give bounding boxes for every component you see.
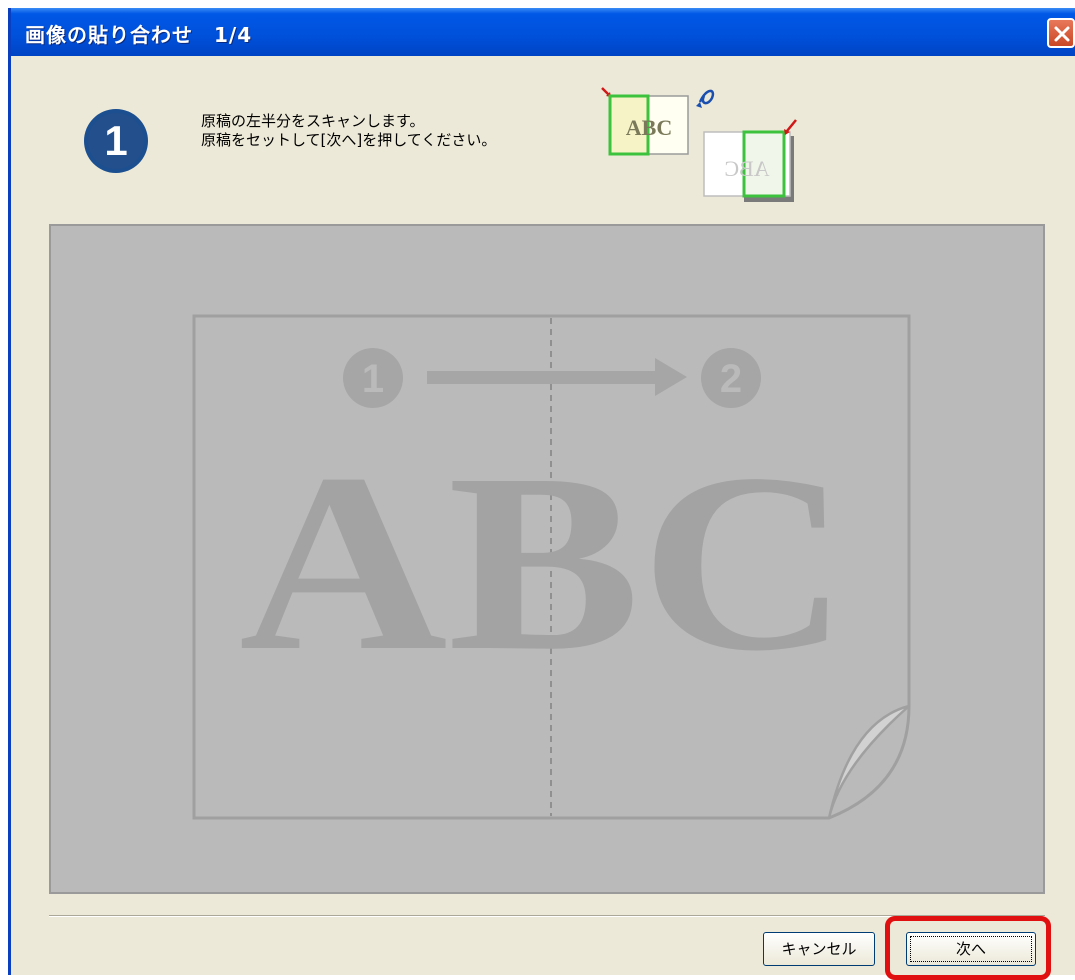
scan-preview-area: 1 2 ABC <box>49 224 1045 894</box>
step-number: 1 <box>104 117 127 164</box>
scan-left-half-diagram-icon: ABC ABC <box>601 87 797 202</box>
preview-step-to: 2 <box>720 357 742 401</box>
cancel-button[interactable]: キャンセル <box>763 932 875 966</box>
stitch-dialog: 画像の貼り合わせ 1/4 1 原稿の左半分をスキャンします。 原稿をセットして[… <box>8 8 1075 980</box>
close-button[interactable] <box>1047 18 1075 48</box>
title-bar[interactable]: 画像の貼り合わせ 1/4 <box>11 8 1075 56</box>
preview-illustration: 1 2 ABC <box>192 314 911 820</box>
window-title: 画像の貼り合わせ 1/4 <box>25 23 253 47</box>
close-icon <box>1054 26 1070 42</box>
preview-step-from: 1 <box>362 357 384 401</box>
diagram-front-text: ABC <box>626 115 672 140</box>
arrow-right-head <box>655 358 687 396</box>
instruction-line-1: 原稿の左半分をスキャンします。 <box>201 112 425 130</box>
preview-big-text: ABC <box>239 422 849 704</box>
step-1-badge-icon: 1 <box>84 109 148 173</box>
instruction-line-2: 原稿をセットして[次へ]を押してください。 <box>201 131 497 149</box>
diagram-back-text: ABC <box>724 156 769 181</box>
instruction-text: 原稿の左半分をスキャンします。 原稿をセットして[次へ]を押してください。 <box>201 112 496 150</box>
arrow-right-icon <box>427 371 657 384</box>
next-button-highlight <box>885 916 1051 980</box>
